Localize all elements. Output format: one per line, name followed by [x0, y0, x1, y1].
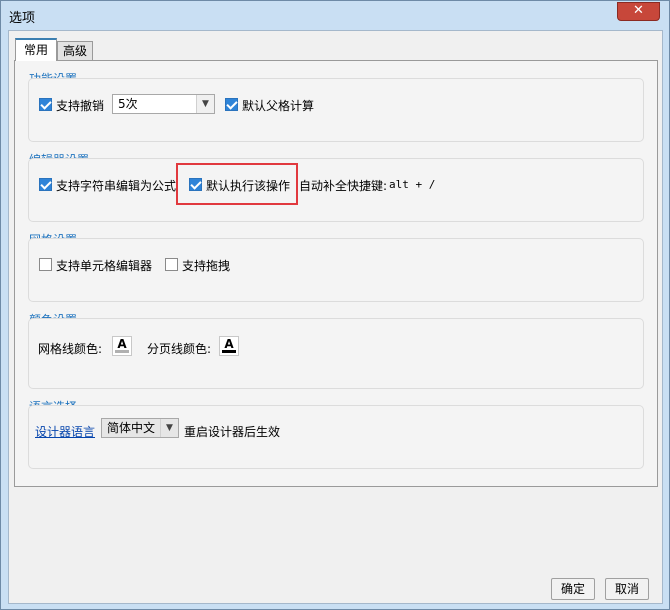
undo-checkbox[interactable] — [39, 98, 52, 111]
restart-note: 重启设计器后生效 — [184, 425, 281, 439]
tab-panel-common: 功能设置 支持撤销 5次 ▼ 默认父格计算 编辑器设置 支持字符串编辑为公式 默… — [14, 60, 658, 487]
gridline-color-button[interactable]: A — [112, 336, 132, 356]
highlight-box — [176, 163, 298, 205]
cell-editor-label: 支持单元格编辑器 — [56, 259, 153, 273]
font-color-icon: A — [117, 337, 127, 351]
options-dialog: 选项 ✕ 常用 高级 功能设置 支持撤销 5次 ▼ 默认父格计算 编辑器设置 支… — [0, 0, 670, 610]
pagebreak-color-button[interactable]: A — [219, 336, 239, 356]
window-title: 选项 — [9, 11, 36, 26]
cell-editor-checkbox[interactable] — [39, 258, 52, 271]
drag-label: 支持拖拽 — [182, 259, 231, 273]
string-formula-checkbox[interactable] — [39, 178, 52, 191]
parent-calc-checkbox[interactable] — [225, 98, 238, 111]
string-formula-label: 支持字符串编辑为公式 — [56, 179, 177, 193]
undo-label: 支持撤销 — [56, 99, 105, 113]
parent-calc-label: 默认父格计算 — [242, 99, 315, 113]
tab-common[interactable]: 常用 — [15, 38, 57, 61]
ok-button[interactable]: 确定 — [551, 578, 595, 600]
drag-checkbox[interactable] — [165, 258, 178, 271]
title-bar: 选项 ✕ — [1, 1, 669, 29]
font-color-icon: A — [224, 337, 234, 351]
gridline-color-swatch — [115, 350, 129, 353]
pagebreak-color-swatch — [222, 350, 236, 353]
dialog-body: 常用 高级 功能设置 支持撤销 5次 ▼ 默认父格计算 编辑器设置 支持字符串编… — [8, 30, 663, 604]
tab-advanced[interactable]: 高级 — [57, 41, 93, 60]
undo-steps-value: 5次 — [118, 97, 138, 111]
chevron-down-icon: ▼ — [160, 419, 178, 437]
pagebreak-color-label: 分页线颜色: — [147, 342, 212, 356]
autocomplete-keys: alt + / — [389, 178, 436, 191]
autocomplete-label: 自动补全快捷键: — [299, 179, 388, 193]
gridline-color-label: 网格线颜色: — [38, 342, 103, 356]
close-button[interactable]: ✕ — [617, 2, 660, 21]
designer-language-link[interactable]: 设计器语言 — [35, 423, 95, 440]
undo-steps-select[interactable]: 5次 ▼ — [112, 94, 215, 114]
cancel-button[interactable]: 取消 — [605, 578, 649, 600]
language-select[interactable]: 简体中文 ▼ — [101, 418, 179, 438]
language-value: 简体中文 — [107, 421, 156, 435]
chevron-down-icon: ▼ — [196, 95, 214, 113]
